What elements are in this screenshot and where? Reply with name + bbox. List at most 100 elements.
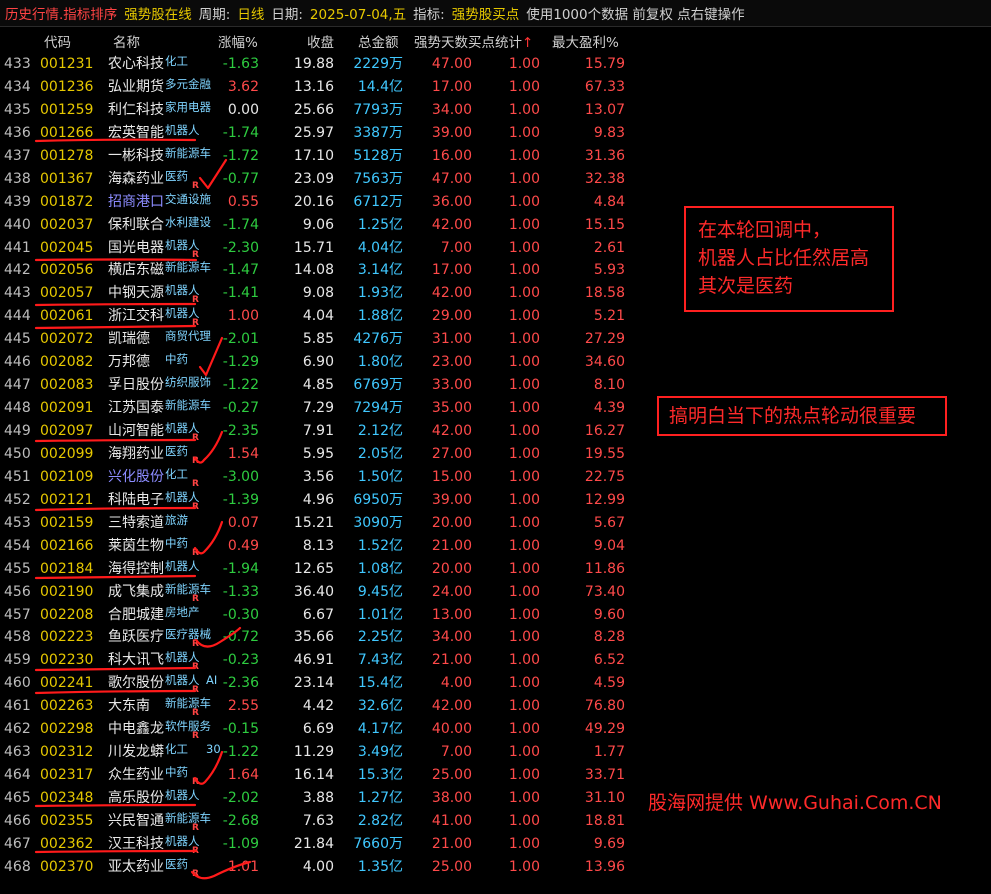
table-row[interactable]: 436 001266 宏英智能 机器人 -1.74 25.97 3387万 39.00 1.00… <box>0 121 640 144</box>
table-row[interactable]: 435 001259 利仁科技 家用电器 0.00 25.66 7793万 34.00 1.00… <box>0 98 640 121</box>
table-row[interactable]: 447 002083 孚日股份 纺织服饰 -1.22 4.85 6769万 33.00 1.00… <box>0 373 640 396</box>
table-row[interactable]: 440 002037 保利联合 水利建设 -1.74 9.06 1.25亿 42.00 1.00… <box>0 213 640 236</box>
stock-name: 中电鑫龙 <box>108 721 164 738</box>
table-row[interactable]: 459 002230 科大讯飞 机器人 -0.23 46.91 7.43亿 21.00 1.00… <box>0 648 640 672</box>
column-cap[interactable]: 总金额 <box>358 31 399 51</box>
stock-name: 成飞集成 <box>108 583 164 600</box>
table-row[interactable]: 446 002082 万邦德 中药 -1.29 6.90 1.80亿 23.00 1.00 34.… <box>0 350 640 373</box>
max-profit: 22.75 <box>584 468 625 485</box>
table-row[interactable]: 438 001367 海森药业 医药 -0.77 23.09 7563万 47.00 1.00 3… <box>0 167 640 191</box>
row-index: 437 <box>4 147 31 164</box>
column-change[interactable]: 涨幅% <box>218 31 258 51</box>
total-amount: 15.3亿 <box>357 767 403 784</box>
strong-days: 17.00 <box>431 78 472 95</box>
table-row[interactable]: 462 002298 中电鑫龙 软件服务 -0.15 6.69 4.17亿 40.00 1.00… <box>0 717 640 741</box>
stock-code: 001236 <box>40 78 94 95</box>
period-value[interactable]: 日线 <box>237 3 264 23</box>
stock-code: 002317 <box>40 767 94 784</box>
title-bar: 历史行情.指标排序 强势股在线 周期: 日线 日期: 2025-07-04,五 … <box>0 0 991 27</box>
date-value[interactable]: 2025-07-04,五 <box>310 3 406 23</box>
table-row[interactable]: 450 002099 海翔药业 医药 1.54 5.95 2.05亿 27.00 1.00 19.… <box>0 442 640 466</box>
table-row[interactable]: 455 002184 海得控制 机器人 -1.94 12.65 1.08亿 20.00 1.00… <box>0 557 640 580</box>
table-row[interactable]: 433 001231 农心科技 化工 -1.63 19.88 2229万 47.00 1.00 1… <box>0 52 640 75</box>
stock-code: 002223 <box>40 629 94 646</box>
indicator-value[interactable]: 强势股买点 <box>452 3 520 23</box>
row-index: 454 <box>4 537 31 554</box>
close-price: 4.96 <box>302 491 334 508</box>
table-row[interactable]: 457 002208 合肥城建 房地产 -0.30 6.67 1.01亿 13.00 1.00 9… <box>0 603 640 626</box>
table-row[interactable]: 463 002312 川发龙蟒 化工 -1.22 11.29 3.49亿 7.00 1.00 1.… <box>0 740 640 763</box>
close-price: 11.29 <box>293 744 334 761</box>
window-title[interactable]: 历史行情.指标排序 <box>5 3 117 23</box>
table-row[interactable]: 452 002121 科陆电子 机器人 -1.39 4.96 6950万 39.00 1.00 1… <box>0 488 640 512</box>
strong-days: 15.00 <box>431 468 472 485</box>
strong-days: 33.00 <box>431 377 472 394</box>
row-index: 455 <box>4 560 31 577</box>
strong-days: 21.00 <box>431 537 472 554</box>
buy-point: 1.00 <box>508 170 540 187</box>
stock-code: 002298 <box>40 721 94 738</box>
table-row[interactable]: 442 002056 横店东磁 新能源车 -1.47 14.08 3.14亿 17.00 1.0… <box>0 258 640 281</box>
row-index: 468 <box>4 858 31 875</box>
strong-days: 25.00 <box>431 767 472 784</box>
total-amount: 4.17亿 <box>357 721 403 738</box>
column-name[interactable]: 名称 <box>113 31 140 51</box>
column-days[interactable]: 强势天数买点统计↑ <box>414 31 533 51</box>
table-row[interactable]: 445 002072 凯瑞德 商贸代理 -2.01 5.85 4276万 31.00 1.00 2… <box>0 327 640 350</box>
total-amount: 1.88亿 <box>357 308 403 325</box>
table-row[interactable]: 468 002370 亚太药业 医药 1.01 4.00 1.35亿 25.00 1.00 13.… <box>0 855 640 879</box>
close-price: 7.29 <box>302 400 334 417</box>
table-row[interactable]: 453 002159 三特索道 旅游 0.07 15.21 3090万 20.00 1.00 5.… <box>0 511 640 534</box>
stock-code: 002082 <box>40 354 94 371</box>
table-row[interactable]: 444 002061 浙江交科 机器人 1.00 4.04 1.88亿 29.00 1.00 5.… <box>0 304 640 328</box>
extra-tag: AI <box>206 673 218 688</box>
table-row[interactable]: 456 002190 成飞集成 新能源车 -1.33 36.40 9.45亿 24.00 1.0… <box>0 580 640 604</box>
table-row[interactable]: 458 002223 鱼跃医疗 医疗器械 -0.72 35.66 2.25亿 34.00 1.0… <box>0 625 640 649</box>
close-price: 46.91 <box>293 652 334 669</box>
stock-name: 宏英智能 <box>108 124 164 141</box>
max-profit: 2.61 <box>593 239 625 256</box>
sector-tag: 商贸代理 <box>165 329 211 344</box>
sector-tag: 旅游 <box>165 512 188 527</box>
max-profit: 1.77 <box>593 744 625 761</box>
stock-pool[interactable]: 强势股在线 <box>124 3 192 23</box>
table-row[interactable]: 449 002097 山河智能 机器人 -2.35 7.91 2.12亿 42.00 1.00 1… <box>0 419 640 443</box>
table-row[interactable]: 465 002348 高乐股份 机器人 -2.02 3.88 1.27亿 38.00 1.00 3… <box>0 786 640 809</box>
table-row[interactable]: 461 002263 大东南 新能源车 2.55 4.42 32.6亿 42.00 1.00 76… <box>0 694 640 718</box>
column-close[interactable]: 收盘 <box>307 31 334 51</box>
table-row[interactable]: 464 002317 众生药业 中药 1.64 16.14 15.3亿 25.00 1.00 33… <box>0 763 640 787</box>
table-row[interactable]: 441 002045 国光电器 机器人 -2.30 15.71 4.04亿 7.00 1.00 2… <box>0 236 640 260</box>
change-percent: -1.09 <box>222 835 259 852</box>
change-percent: 2.55 <box>227 698 259 715</box>
stock-code: 002083 <box>40 377 94 394</box>
table-row[interactable]: 460 002241 歌尔股份 机器人 -2.36 23.14 15.4亿 4.00 1.00 4… <box>0 671 640 695</box>
max-profit: 27.29 <box>584 331 625 348</box>
table-row[interactable]: 448 002091 江苏国泰 新能源车 -0.27 7.29 7294万 35.00 1.00… <box>0 396 640 419</box>
table-row[interactable]: 454 002166 莱茵生物 中药 0.49 8.13 1.52亿 21.00 1.00 9.0… <box>0 534 640 558</box>
table-row[interactable]: 434 001236 弘业期货 多元金融 3.62 13.16 14.4亿 17.00 1.00… <box>0 75 640 98</box>
change-percent: -0.30 <box>222 606 259 623</box>
table-row[interactable]: 443 002057 中钢天源 机器人 -1.41 9.08 1.93亿 42.00 1.00 1… <box>0 281 640 305</box>
stock-code: 002184 <box>40 560 94 577</box>
table-row[interactable]: 467 002362 汉王科技 机器人 -1.09 21.84 7660万 21.00 1.00… <box>0 832 640 856</box>
column-profit[interactable]: 最大盈利% <box>552 31 619 51</box>
total-amount: 2229万 <box>353 56 403 72</box>
table-row[interactable]: 466 002355 兴民智通 新能源车 -2.68 7.63 2.82亿 41.00 1.00… <box>0 809 640 833</box>
buy-point: 1.00 <box>508 354 540 371</box>
strong-days: 42.00 <box>431 698 472 715</box>
buy-point: 1.00 <box>508 721 540 738</box>
sector-tag: 化工 <box>165 742 188 757</box>
stock-code: 002037 <box>40 216 94 233</box>
table-row[interactable]: 439 001872 招商港口 交通设施 0.55 20.16 6712万 36.00 1.00… <box>0 190 640 213</box>
stock-name: 歌尔股份 <box>108 675 164 692</box>
row-index: 438 <box>4 170 31 187</box>
stock-code: 002099 <box>40 445 94 462</box>
change-percent: -2.01 <box>222 331 259 348</box>
stock-name: 一彬科技 <box>108 147 164 164</box>
table-row[interactable]: 451 002109 兴化股份 化工 -3.00 3.56 1.50亿 15.00 1.00 22… <box>0 465 640 489</box>
column-code[interactable]: 代码 <box>44 31 71 51</box>
close-price: 3.88 <box>302 790 334 806</box>
table-row[interactable]: 437 001278 一彬科技 新能源车 -1.72 17.10 5128万 16.00 1.0… <box>0 144 640 167</box>
max-profit: 49.29 <box>584 721 625 738</box>
total-amount: 1.27亿 <box>357 790 403 806</box>
